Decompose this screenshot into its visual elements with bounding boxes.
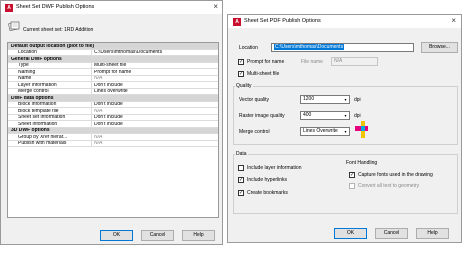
- property-value[interactable]: Don't include: [94, 122, 214, 128]
- category-label: General DWF options: [11, 56, 62, 62]
- vector-quality-value: 1200: [303, 96, 315, 102]
- category-label: DWF data options: [11, 95, 54, 101]
- vector-quality-unit: dpi: [354, 97, 361, 103]
- category-label: 3D DWF options: [11, 128, 50, 133]
- include-hyperlinks-checkbox[interactable]: ✓: [238, 177, 244, 183]
- property-value[interactable]: N/A: [94, 135, 214, 141]
- property-value[interactable]: Lines overwrite: [94, 89, 214, 95]
- property-label: Block information: [18, 102, 57, 107]
- raster-quality-label: Raster image quality: [239, 113, 285, 119]
- cancel-button[interactable]: Cancel: [141, 230, 174, 241]
- convert-text-label: Convert all text to geometry: [358, 183, 420, 189]
- location-label: Location: [239, 45, 258, 51]
- property-label: Layer information: [18, 82, 57, 88]
- dialog-title: Sheet Set DWF Publish Options: [16, 4, 95, 10]
- category-label: Default output location (plot to file): [11, 43, 95, 49]
- properties-grid[interactable]: Default output location (plot to file) Lo…: [7, 42, 219, 218]
- current-sheet-set-label: Current sheet set: 1RD Addition: [23, 27, 94, 33]
- cancel-button[interactable]: Cancel: [375, 228, 408, 239]
- sheet-set-icon: [8, 21, 20, 31]
- property-value[interactable]: Don't include: [94, 102, 214, 108]
- pdf-publish-options-dialog: A Sheet Set PDF Publish Options × Locati…: [227, 14, 462, 243]
- property-value[interactable]: Don't include: [94, 83, 214, 89]
- property-label: Naming: [18, 69, 36, 75]
- autocad-logo-icon: A: [233, 18, 241, 26]
- create-bookmarks-checkbox[interactable]: ✓: [238, 190, 244, 196]
- file-name-field[interactable]: N/A: [331, 57, 378, 66]
- vector-quality-label: Vector quality: [239, 97, 270, 103]
- multi-sheet-label: Multi-sheet file: [247, 71, 280, 77]
- multi-sheet-checkbox[interactable]: ✓: [238, 71, 244, 77]
- merge-control-label: Merge control: [239, 129, 270, 135]
- capture-fonts-checkbox[interactable]: ✓: [349, 172, 355, 178]
- chevron-down-icon: ▾: [344, 113, 347, 118]
- ok-button[interactable]: OK: [334, 228, 367, 239]
- capture-fonts-label: Capture fonts used in the drawing: [358, 172, 433, 178]
- ok-button[interactable]: OK: [100, 230, 133, 241]
- property-value[interactable]: Don't include: [94, 115, 214, 121]
- title-bar[interactable]: A Sheet Set PDF Publish Options ×: [228, 15, 461, 28]
- property-label: Merge control: [18, 89, 49, 94]
- vector-quality-combo[interactable]: 1200 ▾: [300, 95, 350, 104]
- property-label: Publish with materials: [18, 141, 67, 146]
- location-value: C:\Users\mthomas\Documents: [274, 44, 345, 50]
- location-field[interactable]: C:\Users\mthomas\Documents: [271, 43, 414, 52]
- file-name-label: File name: [301, 59, 323, 65]
- property-label: Location: [18, 50, 37, 55]
- property-label: Name: [18, 76, 32, 81]
- autocad-logo-icon: A: [5, 4, 13, 12]
- include-layer-checkbox[interactable]: [238, 165, 244, 171]
- property-value[interactable]: C:\Users\mthomas\Documents: [94, 50, 214, 56]
- property-label: Block template file: [18, 108, 59, 114]
- chevron-down-icon: ▾: [344, 97, 347, 102]
- property-label: Group by Xref hierar...: [18, 134, 68, 140]
- prompt-for-name-checkbox[interactable]: ✓: [238, 59, 244, 65]
- help-button[interactable]: Help: [416, 228, 449, 239]
- dwf-publish-options-dialog: A Sheet Set DWF Publish Options × Curren…: [0, 0, 223, 245]
- property-label: Type: [18, 63, 29, 68]
- chevron-down-icon: ▾: [344, 129, 347, 134]
- property-value[interactable]: Prompt for name: [94, 70, 214, 76]
- prompt-for-name-label: Prompt for name: [247, 59, 285, 65]
- merge-control-preview-icon: [355, 121, 368, 138]
- quality-group-title: Quality: [235, 83, 253, 89]
- include-hyperlinks-label: Include hyperlinks: [247, 177, 288, 183]
- create-bookmarks-label: Create bookmarks: [247, 190, 288, 196]
- convert-text-checkbox[interactable]: [349, 183, 355, 189]
- property-value[interactable]: N/A: [94, 109, 214, 115]
- dialog-title: Sheet Set PDF Publish Options: [244, 18, 321, 24]
- close-icon[interactable]: ×: [451, 17, 456, 25]
- property-label: Sheet set information: [18, 115, 66, 120]
- raster-quality-value: 400: [303, 112, 312, 118]
- grid-property-row[interactable]: Publish with materials N/A: [8, 140, 218, 147]
- property-value[interactable]: N/A: [94, 76, 214, 82]
- raster-quality-combo[interactable]: 400 ▾: [300, 111, 350, 120]
- property-value[interactable]: N/A: [94, 141, 214, 147]
- browse-button[interactable]: Browse...: [421, 42, 458, 53]
- property-label: Sheet information: [18, 121, 58, 127]
- raster-quality-unit: dpi: [354, 113, 361, 119]
- help-button[interactable]: Help: [182, 230, 215, 241]
- property-value[interactable]: Multi-sheet file: [94, 63, 214, 69]
- merge-control-value: Lines Overwrite: [303, 128, 338, 134]
- data-group-title: Data: [235, 151, 248, 157]
- merge-control-combo[interactable]: Lines Overwrite ▾: [300, 127, 350, 136]
- include-layer-label: Include layer information: [247, 165, 302, 171]
- close-icon[interactable]: ×: [213, 3, 218, 11]
- font-handling-title: Font Handling: [346, 160, 378, 166]
- title-bar[interactable]: A Sheet Set DWF Publish Options ×: [1, 1, 222, 14]
